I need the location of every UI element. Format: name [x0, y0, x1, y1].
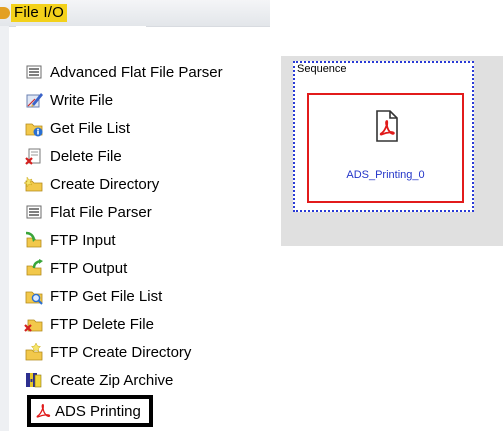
category-toggle-icon[interactable]	[0, 7, 10, 19]
palette-item-flat-file-parser[interactable]: Flat File Parser	[24, 199, 152, 225]
palette-item-label: Create Zip Archive	[50, 371, 174, 389]
zip-archive-icon	[26, 373, 42, 388]
palette-item-label: Create Directory	[50, 175, 160, 193]
palette-item-write-file[interactable]: Write File	[24, 87, 113, 113]
ftp-get-file-list-icon	[25, 291, 43, 305]
screen: File I/O Advanced Flat File Parser Write…	[0, 0, 503, 431]
ftp-input-icon	[25, 231, 42, 248]
ftp-delete-file-icon	[24, 319, 43, 332]
flat-file-parser-icon	[26, 65, 42, 79]
create-directory-icon	[24, 176, 43, 192]
palette-item-label: ADS Printing	[55, 402, 141, 420]
ftp-create-directory-icon	[25, 342, 43, 361]
node-label: ADS_Printing_0	[346, 169, 425, 181]
palette-item-label: Flat File Parser	[50, 203, 152, 221]
palette-item-label: Write File	[50, 91, 114, 109]
palette-item-ftp-delete-file[interactable]: FTP Delete File	[24, 311, 154, 337]
palette-item-advanced-flat-file-parser[interactable]: Advanced Flat File Parser	[24, 59, 223, 85]
ftp-output-icon	[26, 259, 43, 276]
category-title[interactable]: File I/O	[11, 4, 67, 22]
delete-file-icon	[25, 148, 41, 165]
palette-item-label: FTP Get File List	[50, 287, 163, 305]
category-header[interactable]: File I/O	[0, 0, 270, 27]
component-palette: File I/O Advanced Flat File Parser Write…	[0, 0, 272, 431]
palette-item-label: Advanced Flat File Parser	[50, 63, 223, 81]
palette-item-delete-file[interactable]: Delete File	[24, 143, 122, 169]
palette-item-ftp-create-directory[interactable]: FTP Create Directory	[24, 339, 191, 365]
palette-item-ftp-input[interactable]: FTP Input	[24, 227, 116, 253]
palette-item-ftp-output[interactable]: FTP Output	[24, 255, 127, 281]
palette-item-label: FTP Input	[50, 231, 116, 249]
palette-item-label: FTP Output	[50, 259, 128, 277]
palette-side-strip	[0, 26, 9, 431]
palette-item-create-zip-archive[interactable]: Create Zip Archive	[24, 367, 173, 393]
palette-item-label: Get File List	[50, 119, 131, 137]
pdf-icon	[36, 403, 51, 418]
ads-printing-node[interactable]: ADS_Printing_0	[307, 93, 464, 203]
write-file-icon	[26, 93, 43, 108]
palette-item-ftp-get-file-list[interactable]: FTP Get File List	[24, 283, 162, 309]
sequence-container[interactable]: Sequence ADS_Printing_0	[293, 61, 474, 212]
pdf-document-icon	[376, 110, 398, 142]
palette-item-label: FTP Create Directory	[50, 343, 192, 361]
design-canvas[interactable]: Sequence ADS_Printing_0	[281, 56, 503, 246]
get-file-list-icon	[25, 123, 43, 137]
palette-item-create-directory[interactable]: Create Directory	[24, 171, 159, 197]
sequence-label: Sequence	[297, 63, 347, 75]
palette-item-label: FTP Delete File	[50, 315, 154, 333]
palette-item-ads-printing[interactable]: ADS Printing	[27, 395, 153, 427]
palette-item-label: Delete File	[50, 147, 122, 165]
palette-sub-header	[16, 26, 146, 59]
palette-item-get-file-list[interactable]: Get File List	[24, 115, 130, 141]
flat-file-parser-icon	[26, 205, 42, 219]
